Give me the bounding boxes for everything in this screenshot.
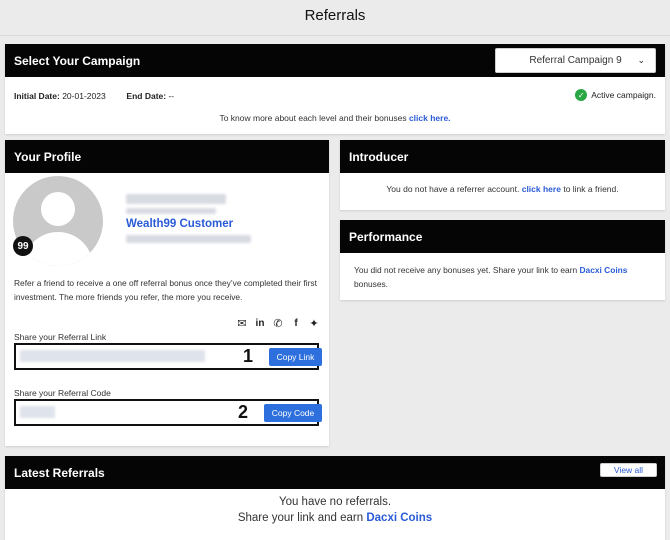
profile-card: Your Profile 99 Wealth99 Customer Refer …: [5, 140, 329, 446]
share-icons: ✉ in ✆ f ✦: [236, 317, 320, 330]
referral-link-value: [20, 350, 205, 362]
redacted-text: [126, 194, 226, 204]
referral-code-value: [20, 406, 55, 418]
initial-date-value: 20-01-2023: [62, 91, 106, 101]
redacted-text: [126, 208, 216, 214]
performance-header: Performance: [340, 220, 665, 253]
facebook-icon[interactable]: f: [290, 318, 302, 329]
page-title: Referrals: [304, 7, 366, 24]
end-date-label: End Date:: [126, 91, 167, 101]
campaign-status: ✓ Active campaign.: [575, 89, 656, 101]
no-referrals-message: You have no referrals. Share your link a…: [5, 494, 665, 526]
envelope-icon[interactable]: ✉: [236, 317, 248, 330]
levels-info: To know more about each level and their …: [5, 113, 665, 123]
view-all-button[interactable]: View all: [600, 463, 657, 477]
introducer-header: Introducer: [340, 140, 665, 173]
levels-info-text: To know more about each level and their …: [219, 113, 407, 123]
linkedin-icon[interactable]: in: [254, 318, 266, 329]
introducer-card: Introducer You do not have a referrer ac…: [340, 140, 665, 210]
performance-card: Performance You did not receive any bonu…: [340, 220, 665, 300]
chevron-down-icon: ⌄: [637, 55, 645, 65]
no-referrals-text: Share your link and earn: [237, 512, 364, 524]
introducer-message: You do not have a referrer account. clic…: [340, 184, 665, 194]
introducer-text: You do not have a referrer account.: [386, 184, 520, 194]
refer-description: Refer a friend to receive a one off refe…: [14, 278, 317, 302]
campaign-status-text: Active campaign.: [591, 90, 656, 100]
no-referrals-line2: Share your link and earn Dacxi Coins: [5, 510, 665, 526]
campaign-dates: Initial Date: 20-01-2023 End Date: --: [14, 91, 174, 101]
no-referrals-line1: You have no referrals.: [278, 496, 392, 508]
copy-code-button[interactable]: Copy Code: [264, 404, 322, 422]
campaign-select-value: Referral Campaign 9: [529, 55, 622, 66]
whatsapp-icon[interactable]: ✆: [272, 317, 284, 330]
check-circle-icon: ✓: [575, 89, 588, 101]
referral-code-label: Share your Referral Code: [14, 388, 111, 398]
latest-referrals-title: Latest Referrals: [14, 465, 105, 480]
top-bar: Referrals: [0, 0, 670, 36]
customer-name: Wealth99 Customer: [126, 218, 234, 230]
latest-referrals-header: Latest Referrals View all: [5, 456, 665, 489]
campaign-header: Select Your Campaign Referral Campaign 9…: [5, 44, 665, 77]
dacxi-coins-link[interactable]: Dacxi Coins: [366, 512, 432, 524]
referral-link-label: Share your Referral Link: [14, 332, 107, 342]
copy-link-button[interactable]: Copy Link: [269, 348, 322, 366]
performance-text-after: bonuses.: [354, 279, 388, 289]
performance-text: You did not receive any bonuses yet. Sha…: [354, 265, 578, 275]
initial-date-label: Initial Date:: [14, 91, 60, 101]
twitter-icon[interactable]: ✦: [308, 317, 320, 330]
campaign-card: Select Your Campaign Referral Campaign 9…: [5, 44, 665, 134]
campaign-select[interactable]: Referral Campaign 9 ⌄: [495, 48, 656, 73]
introducer-link[interactable]: click here: [522, 184, 561, 194]
introducer-text-after: to link a friend.: [563, 184, 619, 194]
referral-link-field[interactable]: 1 Copy Link: [14, 343, 322, 370]
profile-header: Your Profile: [5, 140, 329, 173]
levels-info-link[interactable]: click here.: [409, 113, 451, 123]
redacted-text: [126, 235, 251, 243]
campaign-header-title: Select Your Campaign: [14, 53, 141, 68]
end-date-value: --: [168, 91, 175, 101]
marker-1: 1: [243, 346, 254, 366]
wealth99-logo-icon: 99: [13, 236, 33, 256]
marker-2: 2: [238, 402, 249, 422]
performance-message: You did not receive any bonuses yet. Sha…: [354, 263, 654, 291]
latest-referrals-card: Latest Referrals View all You have no re…: [5, 456, 665, 540]
performance-link[interactable]: Dacxi Coins: [580, 265, 628, 275]
referral-code-field[interactable]: 2 Copy Code: [14, 399, 322, 426]
